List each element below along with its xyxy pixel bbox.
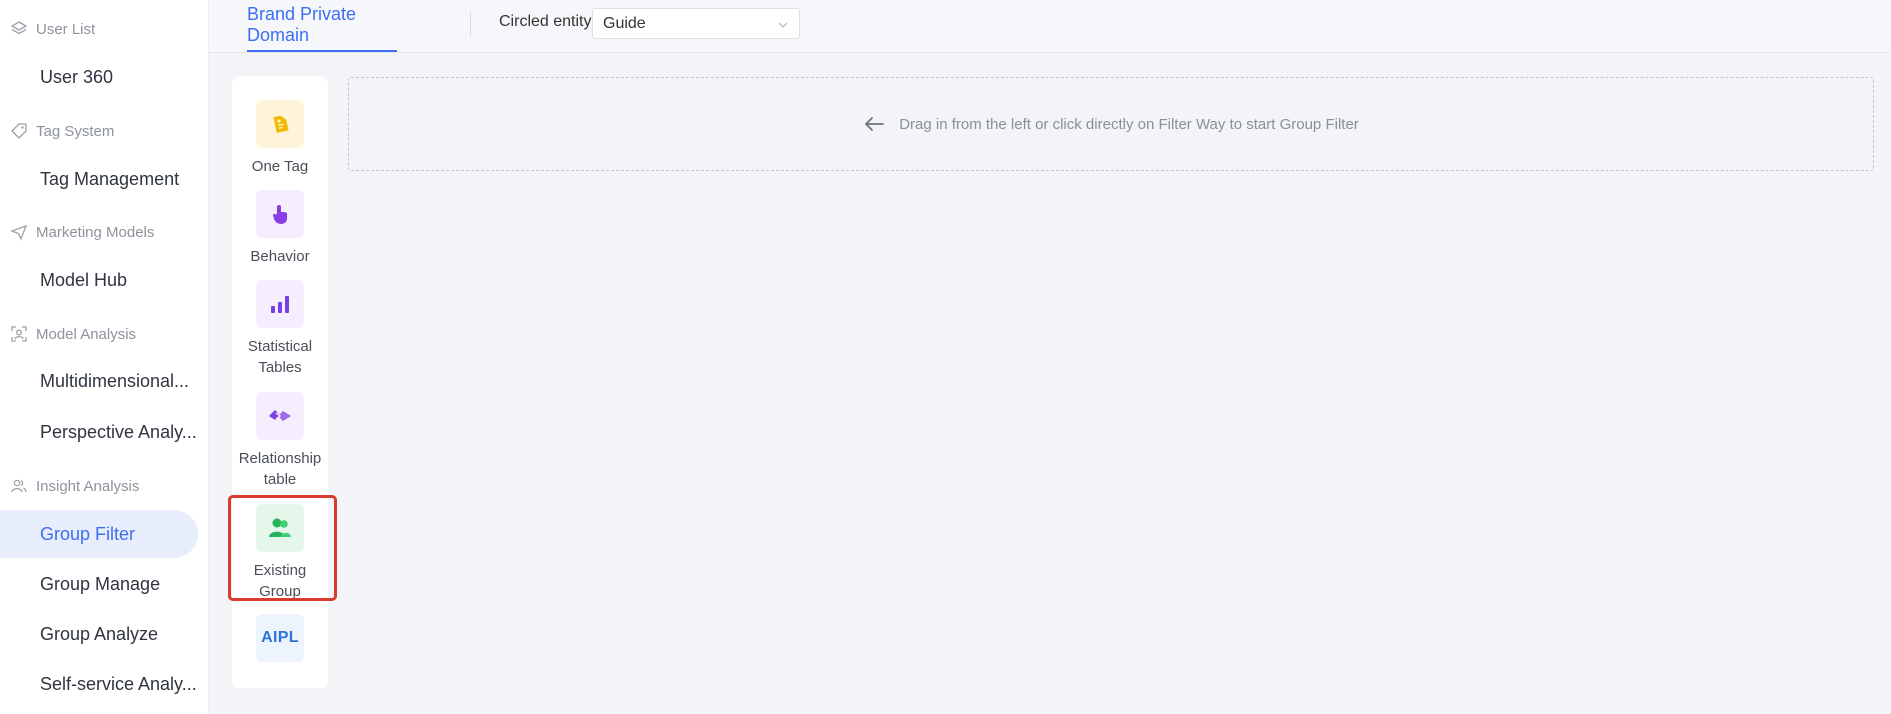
circled-entity-select[interactable]: Guide	[592, 8, 800, 39]
sidebar-item-tag-management[interactable]: Tag Management	[0, 155, 198, 203]
sidebar-group-label: Insight Analysis	[36, 477, 140, 495]
sidebar-item-perspective-analysis[interactable]: Perspective Analy...	[0, 408, 198, 456]
filter-way-one-tag[interactable]: One Tag	[232, 100, 328, 177]
link-icon	[256, 392, 304, 440]
sidebar-item-group-analyze[interactable]: Group Analyze	[0, 610, 198, 658]
sidebar-item-model-hub[interactable]: Model Hub	[0, 256, 198, 304]
filter-way-label: Behavior	[250, 248, 310, 265]
circled-entity-value: Guide	[603, 14, 646, 32]
chevron-down-icon	[777, 18, 789, 30]
sidebar-item-group-filter[interactable]: Group Filter	[0, 510, 198, 558]
sidebar-group-label: Model Analysis	[36, 325, 137, 343]
existing-group-highlight	[228, 495, 337, 601]
sidebar: User List User 360 Tag System Tag Manage…	[0, 0, 209, 714]
aipl-label: AIPL	[261, 629, 299, 646]
sidebar-group-insight-analysis: Insight Analysis	[10, 474, 139, 498]
divider	[470, 12, 471, 36]
users-icon	[10, 477, 28, 495]
sidebar-item-group-manage[interactable]: Group Manage	[0, 560, 198, 608]
tab-brand-private-domain[interactable]: Brand Private Domain	[247, 0, 397, 52]
sidebar-item-user-360[interactable]: User 360	[0, 53, 198, 101]
filter-way-behavior[interactable]: Behavior	[232, 190, 328, 267]
filter-way-statistical-tables[interactable]: Statistical Tables	[232, 280, 328, 378]
pointer-hand-icon	[256, 190, 304, 238]
sidebar-group-tag-system: Tag System	[10, 119, 114, 143]
group-filter-drop-zone[interactable]: Drag in from the left or click directly …	[348, 77, 1874, 171]
sidebar-group-label: Tag System	[36, 122, 115, 140]
tag-icon	[256, 100, 304, 148]
filter-way-label: Relationship table	[238, 450, 322, 488]
arrow-left-icon	[863, 116, 885, 132]
filter-way-label: One Tag	[251, 158, 309, 175]
filter-way-label: Statistical Tables	[247, 338, 313, 376]
filter-way-relationship-table[interactable]: Relationship table	[232, 392, 328, 490]
sidebar-item-multidimensional[interactable]: Multidimensional...	[0, 357, 198, 405]
filter-way-aipl[interactable]: AIPL	[232, 614, 328, 662]
bar-chart-icon	[256, 280, 304, 328]
sidebar-group-label: User List	[36, 20, 96, 38]
sidebar-group-marketing-models: Marketing Models	[10, 220, 154, 244]
sidebar-item-self-service-analysis[interactable]: Self-service Analy...	[0, 660, 198, 708]
tag-icon	[10, 122, 28, 140]
aipl-icon: AIPL	[256, 614, 304, 662]
sidebar-group-model-analysis: Model Analysis	[10, 322, 136, 346]
person-scan-icon	[10, 325, 28, 343]
sidebar-group-label: Marketing Models	[36, 223, 155, 241]
sidebar-group-user-list: User List	[10, 17, 95, 41]
circled-entity-label: Circled entity:	[499, 13, 596, 30]
layers-icon	[10, 20, 28, 38]
send-icon	[10, 223, 28, 241]
top-bar: Brand Private Domain Circled entity: Gui…	[209, 0, 1891, 53]
drop-zone-hint: Drag in from the left or click directly …	[899, 115, 1359, 133]
